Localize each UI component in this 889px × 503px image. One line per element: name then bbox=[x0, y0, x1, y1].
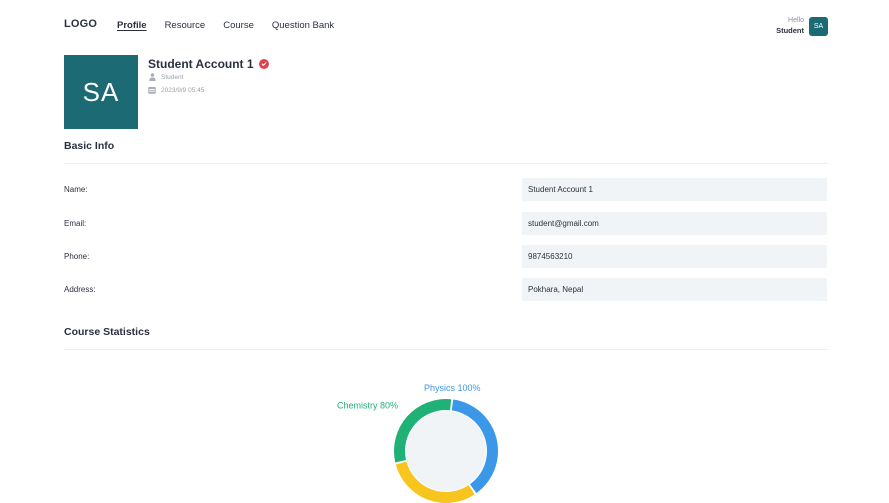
nav-question-bank[interactable]: Question Bank bbox=[272, 20, 334, 31]
logo[interactable]: LOGO bbox=[64, 18, 97, 30]
nav-profile[interactable]: Profile bbox=[117, 20, 147, 31]
donut-slice-physics[interactable] bbox=[451, 399, 499, 494]
top-header: LOGO Profile Resource Course Question Ba… bbox=[64, 14, 828, 38]
profile-joined: 2023/9/9 05:45 bbox=[148, 86, 204, 94]
donut-slice-biology[interactable] bbox=[395, 461, 475, 503]
email-label: Email: bbox=[64, 219, 87, 228]
user-role-text: Student bbox=[776, 26, 804, 35]
phone-label: Phone: bbox=[64, 252, 90, 261]
user-avatar[interactable]: SA bbox=[809, 16, 828, 36]
main-nav: Profile Resource Course Question Bank bbox=[117, 20, 352, 31]
greeting-text: Hello bbox=[788, 17, 804, 24]
name-label: Name: bbox=[64, 185, 88, 194]
profile-avatar: SA bbox=[64, 55, 138, 129]
email-field: student@gmail.com bbox=[522, 212, 827, 235]
address-field: Pokhara, Nepal bbox=[522, 278, 827, 301]
user-greeting: Hello Student bbox=[776, 16, 804, 36]
chart-center bbox=[406, 411, 486, 491]
basic-info-title: Basic Info bbox=[64, 140, 115, 152]
verified-check-icon bbox=[258, 59, 269, 69]
profile-role-text: Student bbox=[161, 73, 184, 81]
calendar-icon bbox=[148, 86, 156, 94]
address-label: Address: bbox=[64, 285, 96, 294]
user-icon bbox=[148, 73, 156, 81]
phone-field: 9874563210 bbox=[522, 245, 827, 268]
profile-role: Student bbox=[148, 73, 183, 81]
divider bbox=[64, 349, 828, 350]
nav-course[interactable]: Course bbox=[223, 20, 254, 31]
nav-resource[interactable]: Resource bbox=[165, 20, 206, 31]
donut-slice-chemistry[interactable] bbox=[394, 399, 452, 463]
name-field: Student Account 1 bbox=[522, 178, 827, 201]
chart-label-chemistry: Chemistry 80% bbox=[337, 401, 398, 411]
user-menu[interactable]: Hello Student SA bbox=[776, 15, 828, 37]
divider bbox=[64, 163, 828, 164]
profile-name: Student Account 1 bbox=[148, 57, 269, 71]
chart-label-physics: Physics 100% bbox=[424, 383, 481, 393]
profile-name-text: Student Account 1 bbox=[148, 57, 254, 71]
profile-joined-text: 2023/9/9 05:45 bbox=[161, 86, 205, 94]
course-statistics-title: Course Statistics bbox=[64, 326, 150, 338]
